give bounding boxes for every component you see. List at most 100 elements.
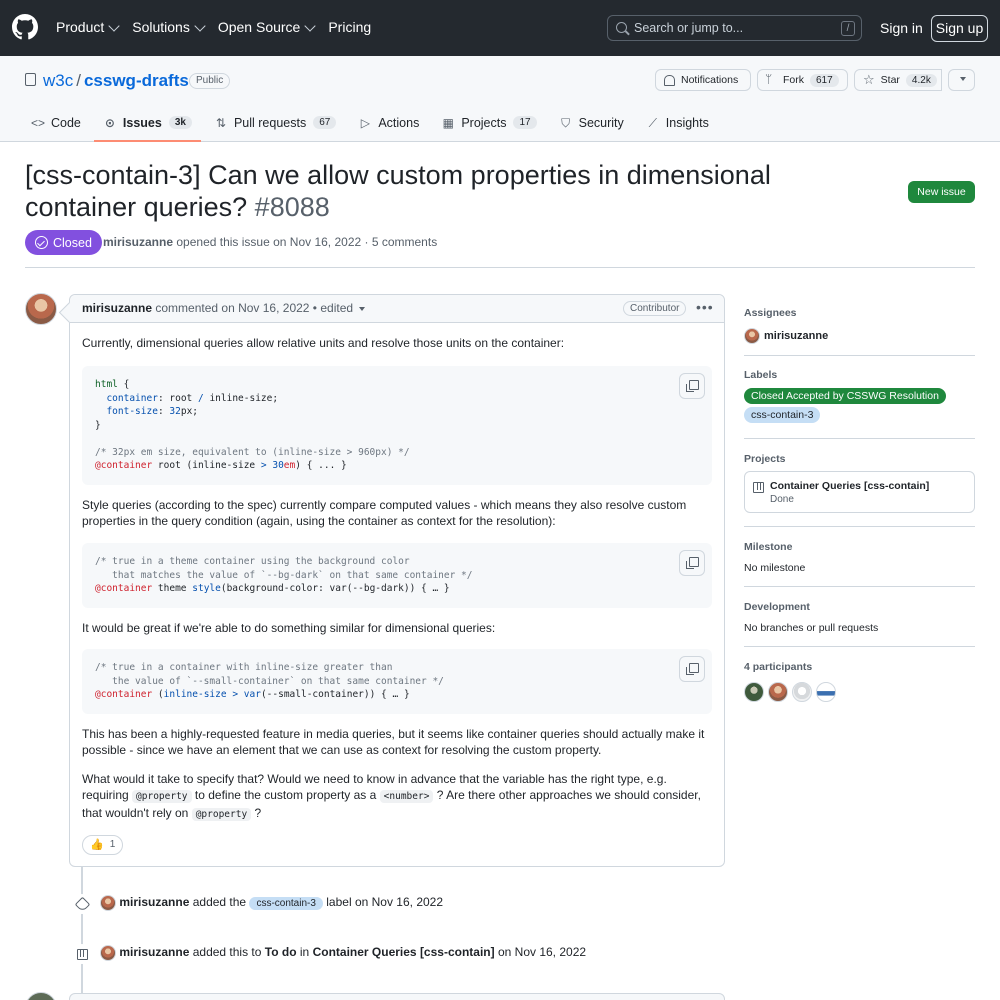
event-badge [72, 894, 92, 914]
labels-section: Labels Closed Accepted by CSSWG Resoluti… [744, 369, 975, 423]
repo-owner-link[interactable]: w3c [43, 71, 73, 90]
sidebar-divider [744, 646, 975, 647]
event-text: added the [192, 895, 247, 910]
participant-avatar[interactable] [768, 682, 788, 702]
bell-icon [664, 74, 675, 86]
participant-avatar[interactable] [792, 682, 812, 702]
projects-heading[interactable]: Projects [744, 453, 975, 465]
kebab-menu-icon[interactable]: ••• [696, 299, 714, 315]
avatar[interactable] [25, 293, 57, 325]
search-placeholder: Search or jump to... [634, 21, 744, 35]
inline-code: @property [132, 790, 192, 803]
notifications-button[interactable]: Notifications [655, 69, 751, 91]
participant-avatar[interactable] [816, 682, 836, 702]
tab-insights[interactable]: ⟋ Insights [637, 110, 718, 142]
issue-icon: ⊙ [104, 116, 115, 130]
tab-issues[interactable]: ⊙ Issues 3k [93, 110, 201, 142]
repo-name-link[interactable]: csswg-drafts [84, 71, 189, 90]
issue-title-text: [css-contain-3] Can we allow custom prop… [25, 160, 771, 222]
milestone-heading[interactable]: Milestone [744, 541, 975, 553]
code-block: /* true in a container with inline-size … [82, 649, 712, 714]
tab-code[interactable]: <> Code [22, 110, 90, 142]
issue-author-link[interactable]: mirisuzanne [103, 235, 173, 249]
participants-heading: 4 participants [744, 661, 813, 673]
label-css-contain-3[interactable]: css-contain-3 [744, 407, 821, 423]
tab-projects[interactable]: ▦ Projects 17 [432, 110, 545, 142]
nav-solutions[interactable]: Solutions [132, 19, 206, 35]
thumbs-up-icon: 👍 [90, 839, 104, 851]
assignees-section: Assignees mirisuzanne [744, 307, 975, 344]
event-actor-link[interactable]: mirisuzanne [119, 945, 189, 959]
comment-paragraph: This has been a highly-requested feature… [82, 727, 705, 757]
contributor-badge: Contributor [623, 301, 687, 316]
tab-actions[interactable]: ▷ Actions [349, 110, 428, 142]
sidebar-divider [744, 586, 975, 587]
participant-avatar[interactable] [744, 682, 764, 702]
nav-pricing-label: Pricing [328, 19, 372, 35]
avatar[interactable] [100, 945, 116, 961]
play-icon: ▷ [360, 116, 370, 130]
search-input[interactable]: Search or jump to... / [607, 15, 862, 41]
reaction-count: 1 [109, 839, 116, 850]
assignees-heading[interactable]: Assignees [744, 307, 975, 319]
comment-text: to define the custom property as a [194, 788, 377, 802]
visibility-badge: Public [189, 73, 231, 89]
new-issue-button[interactable]: New issue [908, 181, 975, 203]
label-css-contain-3[interactable]: css-contain-3 [249, 897, 323, 911]
copy-code-button[interactable] [679, 373, 705, 399]
issue-number: #8088 [254, 192, 330, 222]
issue-state-label: Closed [53, 235, 92, 250]
tab-issues-label: Issues [122, 116, 162, 130]
tab-security[interactable]: ⛉ Security [550, 110, 633, 142]
star-list-dropdown-button[interactable] [948, 69, 975, 91]
event-actor-link[interactable]: mirisuzanne [119, 895, 189, 909]
tab-projects-count: 17 [513, 116, 537, 129]
event-text: on Nov 16, 2022 [497, 945, 587, 960]
assignee[interactable]: mirisuzanne [744, 328, 975, 344]
development-heading[interactable]: Development [744, 601, 975, 613]
sign-up-button[interactable]: Sign up [931, 15, 988, 42]
avatar[interactable] [25, 992, 57, 1000]
nav-open-source[interactable]: Open Source [217, 19, 317, 35]
issue-state-badge: Closed [25, 230, 102, 255]
tab-insights-label: Insights [665, 116, 709, 130]
sign-in-link[interactable]: Sign in [880, 20, 923, 36]
projects-section: Projects Container Queries [css-contain]… [744, 453, 975, 513]
thumbs-up-reaction[interactable]: 👍 1 [82, 835, 124, 855]
issue-title: [css-contain-3] Can we allow custom prop… [25, 159, 865, 223]
project-column: To do [264, 945, 297, 960]
nav-open-source-label: Open Source [217, 19, 301, 35]
repo-breadcrumb: w3c / csswg-drafts [43, 71, 189, 91]
code-block: /* true in a theme container using the b… [82, 543, 712, 608]
github-logo-icon[interactable] [12, 14, 38, 40]
avatar [744, 328, 760, 344]
repo-header: w3c/csswg-drafts Public Notifications Fo… [0, 56, 1000, 142]
star-button[interactable]: ☆ Star 4.2k [854, 69, 942, 91]
project-card[interactable]: Container Queries [css-contain] Done [744, 471, 975, 513]
project-link[interactable]: Container Queries [css-contain] [313, 945, 495, 959]
timeline-line [81, 867, 83, 1000]
tab-projects-label: Projects [461, 116, 507, 130]
sidebar-divider [744, 526, 975, 527]
edited-dropdown-icon[interactable] [359, 306, 366, 311]
issue-meta: mirisuzanne opened this issue on Nov 16,… [103, 235, 437, 249]
tab-actions-label: Actions [378, 116, 420, 130]
fork-button[interactable]: Fork 617 [757, 69, 848, 91]
search-icon [616, 22, 627, 33]
global-header: Product Solutions Open Source Pricing Se… [0, 0, 1000, 56]
copy-code-button[interactable] [679, 656, 705, 682]
nav-solutions-label: Solutions [132, 19, 190, 35]
repo-tabs: <> Code ⊙ Issues 3k ⇅ Pull requests 67 ▷ Actio… [22, 110, 722, 142]
tab-pull-requests[interactable]: ⇅ Pull requests 67 [205, 110, 345, 142]
shield-icon: ⛉ [561, 116, 571, 130]
copy-code-button[interactable] [679, 550, 705, 576]
comment-author-link[interactable]: mirisuzanne [82, 301, 152, 315]
label-closed-accepted[interactable]: Closed Accepted by CSSWG Resolution [744, 388, 946, 404]
labels-heading[interactable]: Labels [744, 369, 975, 381]
avatar[interactable] [100, 895, 116, 911]
nav-pricing[interactable]: Pricing [328, 19, 371, 35]
graph-icon: ⟋ [648, 116, 657, 130]
participants-list [744, 682, 975, 702]
nav-product[interactable]: Product [56, 19, 120, 35]
timeline-event-project: mirisuzanne added this to To do in Conta… [100, 945, 586, 961]
